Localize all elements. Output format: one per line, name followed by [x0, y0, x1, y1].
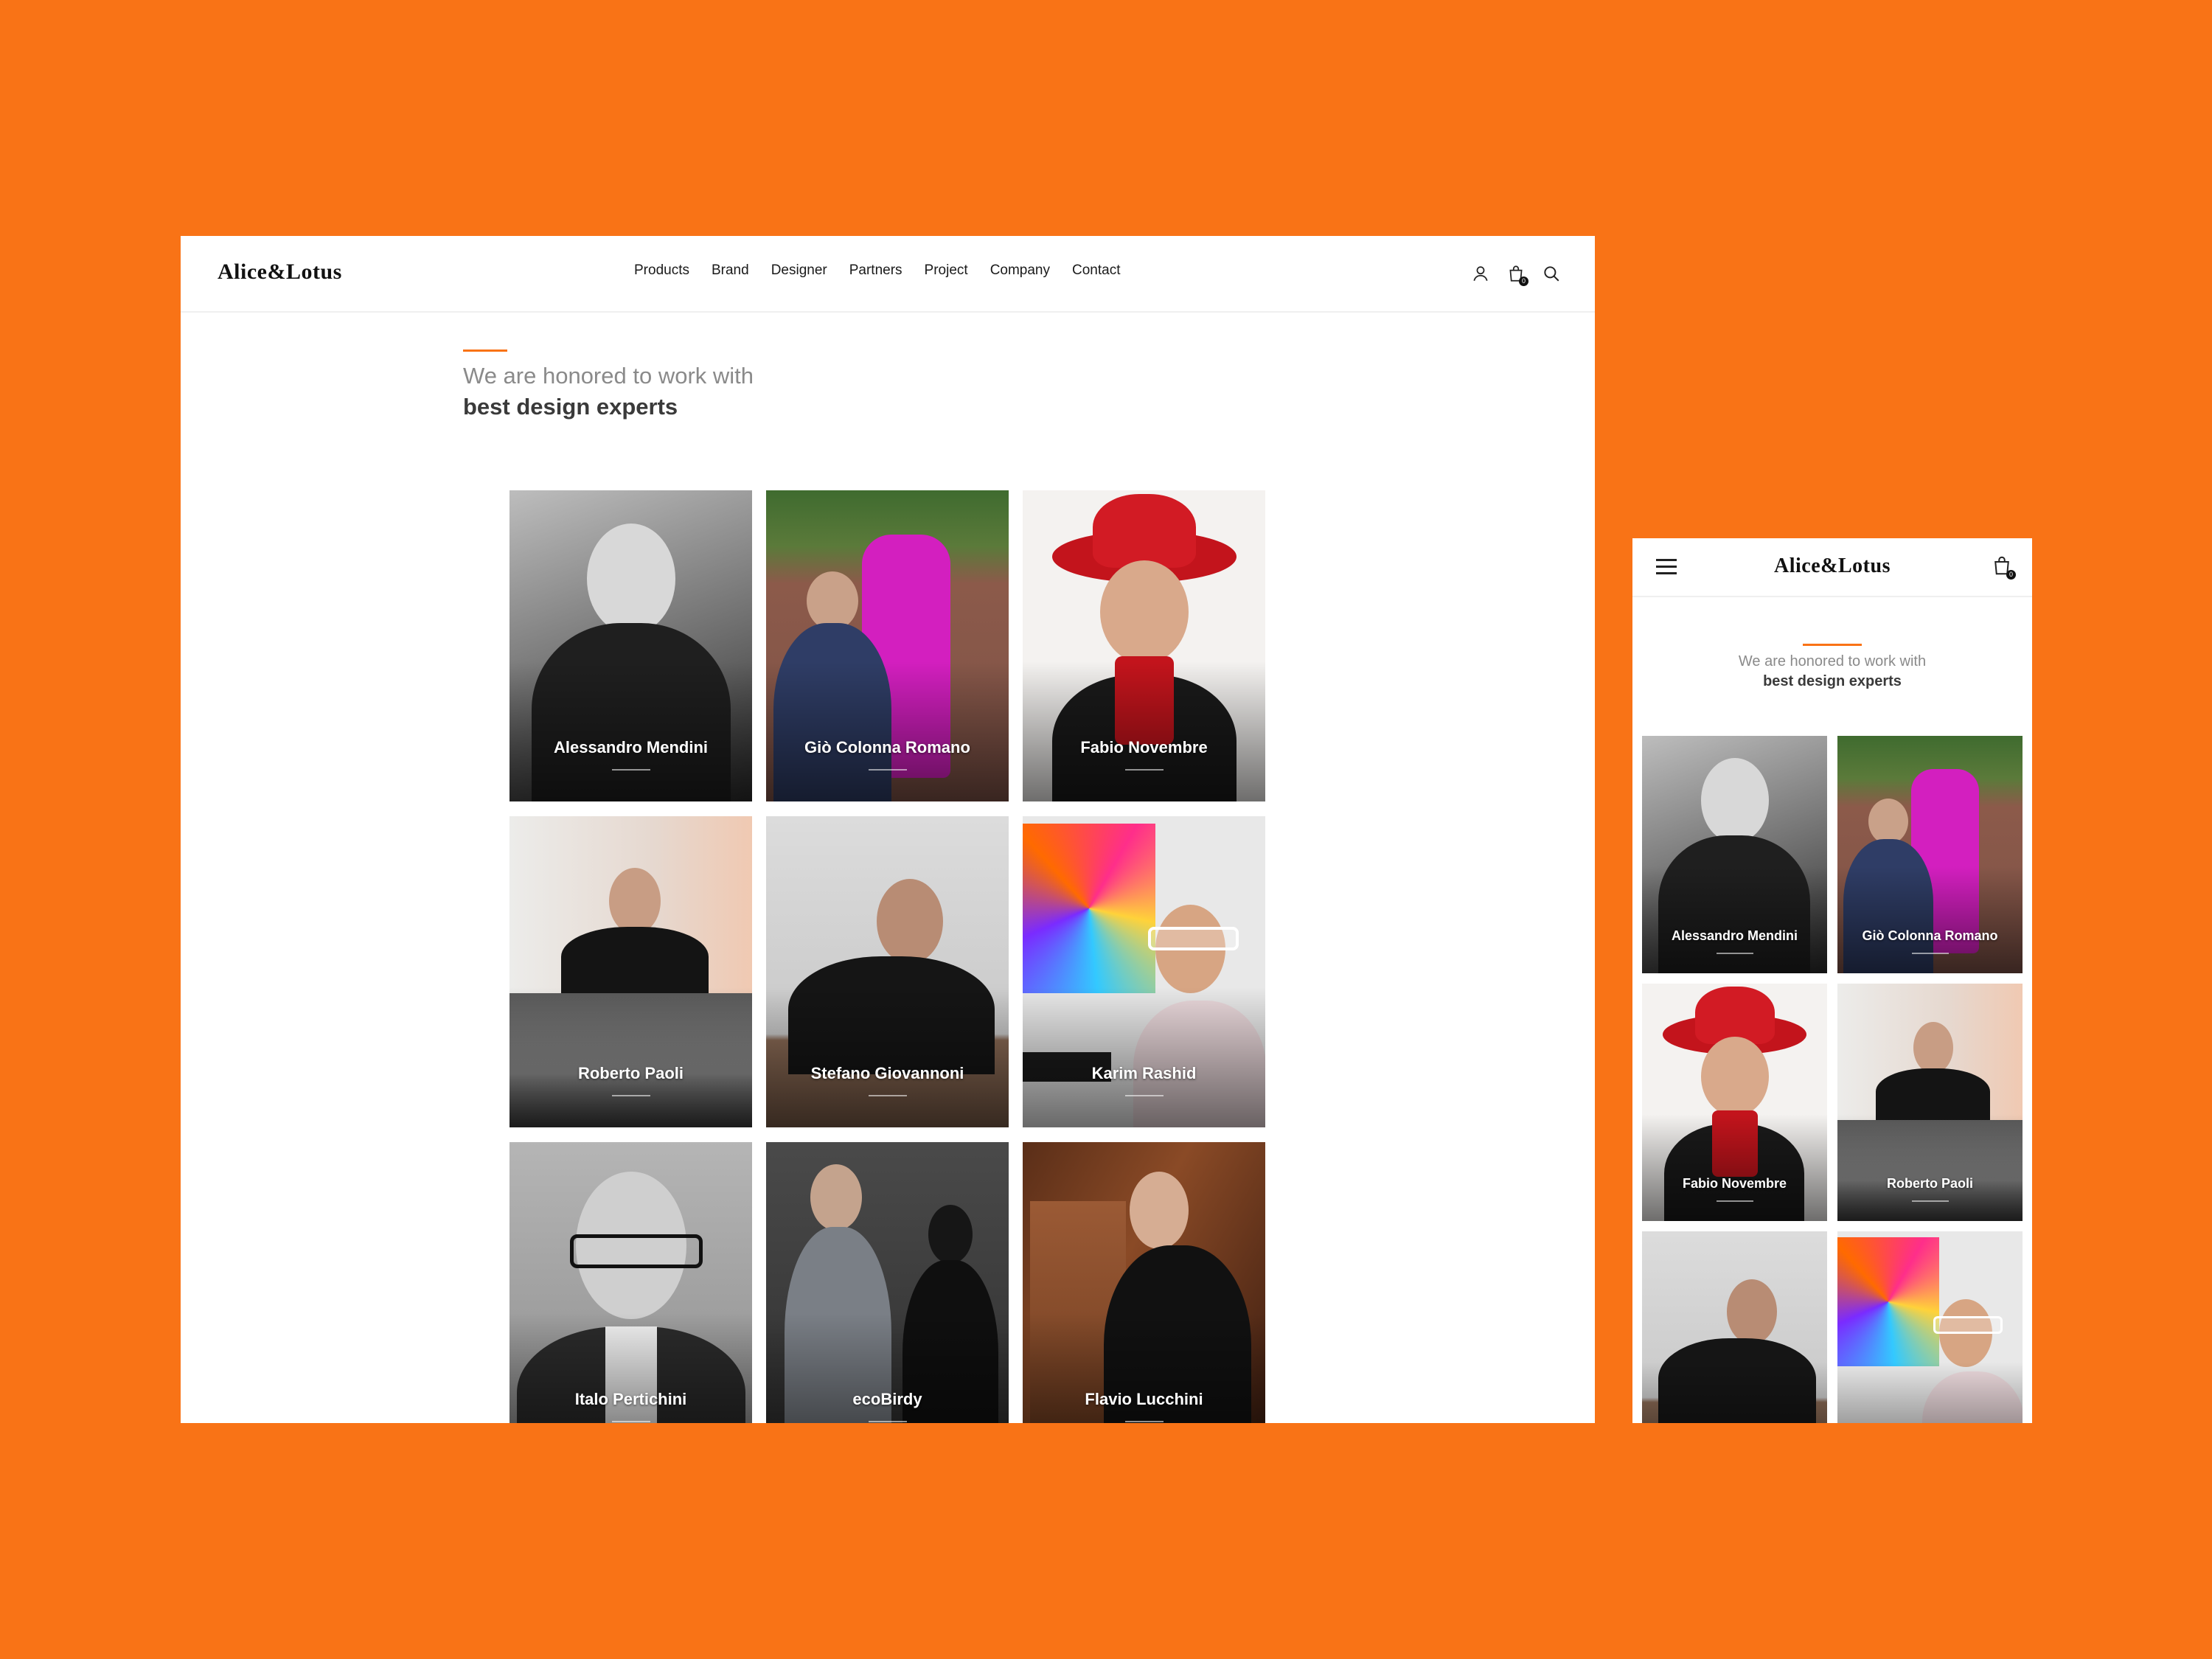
designer-card[interactable]: Stefano Giovannoni: [766, 816, 1009, 1127]
name-underline: [1911, 1200, 1949, 1202]
designer-card[interactable]: Giò Colonna Romano: [766, 490, 1009, 801]
user-icon[interactable]: [1471, 264, 1490, 283]
intro-line-1: We are honored to work with: [463, 363, 754, 389]
header-actions: 0: [1471, 264, 1561, 286]
nav-item-contact[interactable]: Contact: [1072, 262, 1120, 279]
designer-card[interactable]: [1837, 1231, 2023, 1423]
name-underline: [1124, 1095, 1164, 1096]
designer-card[interactable]: Alessandro Mendini: [1642, 736, 1827, 973]
cart-count-badge: 0: [2006, 570, 2016, 580]
designer-name: Alessandro Mendini: [1671, 928, 1798, 943]
name-underline: [1716, 953, 1753, 954]
designer-card[interactable]: Italo Pertichini: [509, 1142, 752, 1423]
designer-card[interactable]: Karim Rashid: [1023, 816, 1265, 1127]
designer-name: Roberto Paoli: [1886, 1176, 1973, 1191]
brand-logo[interactable]: Alice&Lotus: [1632, 554, 2032, 578]
name-underline: [611, 1421, 650, 1422]
name-underline: [1911, 953, 1949, 954]
designer-card[interactable]: Alessandro Mendini: [509, 490, 752, 801]
name-underline: [611, 1095, 650, 1096]
designer-card[interactable]: Flavio Lucchini: [1023, 1142, 1265, 1423]
designer-card[interactable]: Roberto Paoli: [509, 816, 752, 1127]
designer-name: Fabio Novembre: [1080, 738, 1208, 757]
nav-item-partners[interactable]: Partners: [849, 262, 902, 279]
accent-divider: [463, 349, 507, 352]
designer-card[interactable]: [1642, 1231, 1827, 1423]
name-underline: [1716, 1200, 1753, 1202]
designer-name: ecoBirdy: [852, 1390, 922, 1408]
intro-line-2: best design experts: [1763, 673, 1902, 689]
designer-card[interactable]: Fabio Novembre: [1642, 984, 1827, 1221]
designer-grid: Alessandro Mendini Giò Colonna Romano Fa…: [1642, 736, 2023, 1423]
name-underline: [1124, 769, 1164, 771]
shopping-bag-icon[interactable]: 0: [1991, 554, 2016, 580]
designer-name: Karim Rashid: [1091, 1064, 1197, 1082]
name-underline: [868, 1421, 907, 1422]
name-underline: [868, 1095, 907, 1096]
mobile-header: Alice&Lotus 0: [1632, 538, 2032, 597]
designer-grid: Alessandro Mendini Giò Colonna Romano Fa…: [509, 490, 1265, 1423]
desktop-mockup: Alice&Lotus Products Brand Designer Part…: [181, 236, 1595, 1423]
designer-name: Fabio Novembre: [1682, 1176, 1787, 1191]
designer-name: Alessandro Mendini: [553, 738, 709, 757]
cart-count-badge: 0: [1519, 276, 1528, 286]
brand-logo[interactable]: Alice&Lotus: [218, 260, 342, 285]
search-icon[interactable]: [1542, 264, 1561, 283]
intro-line-2: best design experts: [463, 394, 678, 420]
designer-name: Flavio Lucchini: [1085, 1390, 1203, 1408]
name-underline: [611, 769, 650, 771]
nav-item-company[interactable]: Company: [990, 262, 1050, 279]
intro-line-1: We are honored to work with: [1738, 653, 1927, 669]
designer-card[interactable]: Giò Colonna Romano: [1837, 736, 2023, 973]
mobile-mockup: Alice&Lotus 0 We are honored to work wit…: [1632, 538, 2032, 1423]
site-header: Alice&Lotus Products Brand Designer Part…: [181, 236, 1595, 313]
designer-name: Giò Colonna Romano: [1862, 928, 1998, 943]
nav-item-brand[interactable]: Brand: [712, 262, 749, 279]
nav-item-project[interactable]: Project: [925, 262, 968, 279]
nav-item-products[interactable]: Products: [634, 262, 689, 279]
designer-name: Italo Pertichini: [574, 1390, 687, 1408]
designer-card[interactable]: Fabio Novembre: [1023, 490, 1265, 801]
designer-card[interactable]: ecoBirdy: [766, 1142, 1009, 1423]
intro-heading: We are honored to work with best design …: [463, 363, 754, 420]
accent-divider: [1803, 644, 1862, 646]
designer-card[interactable]: Roberto Paoli: [1837, 984, 2023, 1221]
name-underline: [868, 769, 907, 771]
shopping-bag-icon[interactable]: 0: [1506, 264, 1528, 286]
nav-item-designer[interactable]: Designer: [771, 262, 827, 279]
main-nav: Products Brand Designer Partners Project…: [634, 262, 1121, 279]
designer-name: Giò Colonna Romano: [804, 738, 970, 757]
designer-name: Stefano Giovannoni: [810, 1064, 964, 1082]
intro-heading: We are honored to work with best design …: [1632, 653, 2032, 690]
designer-name: Roberto Paoli: [577, 1064, 684, 1082]
name-underline: [1124, 1421, 1164, 1422]
